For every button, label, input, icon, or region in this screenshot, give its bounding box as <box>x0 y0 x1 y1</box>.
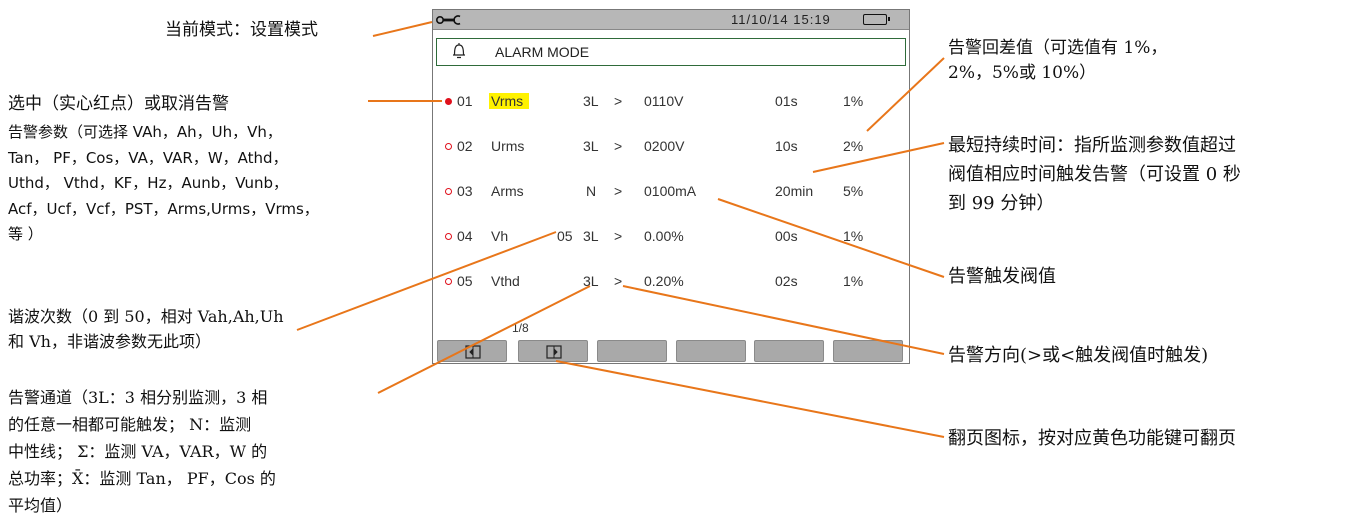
leader-current-mode <box>372 21 433 37</box>
alarm-disabled-dot-icon[interactable] <box>445 278 452 285</box>
device-screen: 11/10/14 15:19 ALARM MODE 01 Vrms 3L > 0… <box>432 9 910 364</box>
annotation-line: 到 99 分钟） <box>948 193 1055 214</box>
function-key-5[interactable] <box>754 340 824 362</box>
alarm-row-05[interactable]: 05 Vthd 3L > 0.20% 02s 1% <box>433 271 909 293</box>
alarm-channel[interactable]: 3L <box>583 273 599 289</box>
alarm-row-01[interactable]: 01 Vrms 3L > 0110V 01s 1% <box>433 91 909 113</box>
annotation-line: 阀值相应时间触发告警（可设置 0 秒 <box>948 164 1241 185</box>
alarm-hysteresis[interactable]: 1% <box>843 273 863 289</box>
annotation-line: 2%，5%或 10%） <box>948 63 1097 83</box>
page-prev-icon <box>465 345 481 359</box>
annotation-line: 告警通道（3L：3 相分别监测，3 相 <box>8 388 268 407</box>
annotation-line: Uthd， Vthd，KF，Hz，Aunb，Vunb， <box>8 174 289 192</box>
page-next-icon <box>546 345 562 359</box>
alarm-row-04[interactable]: 04 Vh 05 3L > 0.00% 00s 1% <box>433 226 909 248</box>
function-key-2[interactable] <box>518 340 588 362</box>
alarm-disabled-dot-icon[interactable] <box>445 188 452 195</box>
function-key-1[interactable] <box>437 340 507 362</box>
bell-icon <box>451 42 467 65</box>
alarm-index: 05 <box>457 273 473 289</box>
page-title: ALARM MODE <box>495 44 590 60</box>
annotation-alarm-channel: 告警通道（3L：3 相分别监测，3 相 的任意一相都可能触发； N：监测 中性线… <box>8 384 276 519</box>
annotation-line: 谐波次数（0 到 50，相对 Vah,Ah,Uh <box>8 307 284 326</box>
status-datetime: 11/10/14 15:19 <box>731 12 831 27</box>
alarm-row-02[interactable]: 02 Urms 3L > 0200V 10s 2% <box>433 136 909 158</box>
annotation-line: 告警参数（可选择 VAh，Ah，Uh，Vh， <box>8 123 282 141</box>
alarm-parameter[interactable]: Urms <box>491 138 524 154</box>
alarm-index: 02 <box>457 138 473 154</box>
alarm-direction[interactable]: > <box>614 138 622 154</box>
annotation-line: 最短持续时间：指所监测参数值超过 <box>948 135 1236 156</box>
page-indicator: 1/8 <box>512 321 529 335</box>
alarm-disabled-dot-icon[interactable] <box>445 143 452 150</box>
wrench-setup-icon <box>435 13 464 32</box>
battery-icon <box>863 14 890 25</box>
mode-title-bar: ALARM MODE <box>436 38 906 66</box>
alarm-parameter[interactable]: Arms <box>491 183 524 199</box>
annotation-hysteresis: 告警回差值（可选值有 1%， 2%，5%或 10%） <box>948 36 1167 86</box>
annotation-alarm-params: 告警参数（可选择 VAh，Ah，Uh，Vh， Tan， PF，Cos，VA，VA… <box>8 120 319 248</box>
annotation-harmonic-order: 谐波次数（0 到 50，相对 Vah,Ah,Uh 和 Vh，非谐波参数无此项） <box>8 304 284 354</box>
alarm-hysteresis[interactable]: 1% <box>843 93 863 109</box>
alarm-parameter[interactable]: Vrms <box>489 93 530 109</box>
alarm-direction[interactable]: > <box>614 273 622 289</box>
alarm-threshold[interactable]: 0.20% <box>644 273 684 289</box>
alarm-channel[interactable]: N <box>586 183 596 199</box>
alarm-index: 01 <box>457 93 473 109</box>
function-key-4[interactable] <box>676 340 746 362</box>
annotation-line: 的任意一相都可能触发； N：监测 <box>8 415 252 434</box>
annotation-current-mode: 当前模式：设置模式 <box>165 20 318 40</box>
alarm-direction[interactable]: > <box>614 183 622 199</box>
alarm-duration[interactable]: 10s <box>775 138 798 154</box>
alarm-parameter[interactable]: Vh <box>491 228 508 244</box>
alarm-duration[interactable]: 00s <box>775 228 798 244</box>
alarm-duration[interactable]: 20min <box>775 183 813 199</box>
alarm-direction[interactable]: > <box>614 93 622 109</box>
alarm-duration[interactable]: 02s <box>775 273 798 289</box>
alarm-row-03[interactable]: 03 Arms N > 0100mA 20min 5% <box>433 181 909 203</box>
alarm-threshold[interactable]: 0.00% <box>644 228 684 244</box>
function-key-bar <box>437 340 907 362</box>
annotation-line: 和 Vh，非谐波参数无此项） <box>8 332 211 351</box>
alarm-index: 03 <box>457 183 473 199</box>
alarm-threshold[interactable]: 0100mA <box>644 183 696 199</box>
annotation-page-icon: 翻页图标，按对应黄色功能键可翻页 <box>948 428 1236 449</box>
alarm-hysteresis[interactable]: 2% <box>843 138 863 154</box>
alarm-disabled-dot-icon[interactable] <box>445 233 452 240</box>
alarm-channel[interactable]: 3L <box>583 138 599 154</box>
annotation-min-duration: 最短持续时间：指所监测参数值超过 阀值相应时间触发告警（可设置 0 秒 到 99… <box>948 131 1241 218</box>
leader-page-icon <box>555 360 945 438</box>
function-key-6[interactable] <box>833 340 903 362</box>
annotation-line: Acf，Ucf，Vcf，PST，Arms,Urms，Vrms， <box>8 199 319 218</box>
status-bar: 11/10/14 15:19 <box>433 10 909 30</box>
alarm-index: 04 <box>457 228 473 244</box>
alarm-direction[interactable]: > <box>614 228 622 244</box>
alarm-hysteresis[interactable]: 5% <box>843 183 863 199</box>
alarm-threshold[interactable]: 0110V <box>644 93 683 109</box>
alarm-duration[interactable]: 01s <box>775 93 798 109</box>
alarm-hysteresis[interactable]: 1% <box>843 228 863 244</box>
function-key-3[interactable] <box>597 340 667 362</box>
alarm-threshold[interactable]: 0200V <box>644 138 684 154</box>
annotation-line: 平均值） <box>8 496 73 515</box>
annotation-threshold: 告警触发阀值 <box>948 266 1056 287</box>
alarm-parameter[interactable]: Vthd <box>491 273 520 289</box>
annotation-line: 告警回差值（可选值有 1%， <box>948 38 1168 58</box>
alarm-harmonic[interactable]: 05 <box>557 228 573 244</box>
annotation-direction: 告警方向(>或<触发阀值时触发) <box>948 345 1209 366</box>
annotation-line: Tan， PF，Cos，VA，VAR，W，Athd， <box>8 148 288 167</box>
alarm-channel[interactable]: 3L <box>583 228 599 244</box>
annotation-line: 中性线； Σ：监测 VA，VAR，W 的 <box>8 442 268 461</box>
annotation-line: 等 ） <box>8 225 43 243</box>
annotation-line: 总功率；X̄：监测 Tan， PF，Cos 的 <box>8 469 276 488</box>
alarm-enabled-dot-icon[interactable] <box>445 98 452 105</box>
alarm-channel[interactable]: 3L <box>583 93 599 109</box>
annotation-select-alarm: 选中（实心红点）或取消告警 <box>8 94 229 114</box>
